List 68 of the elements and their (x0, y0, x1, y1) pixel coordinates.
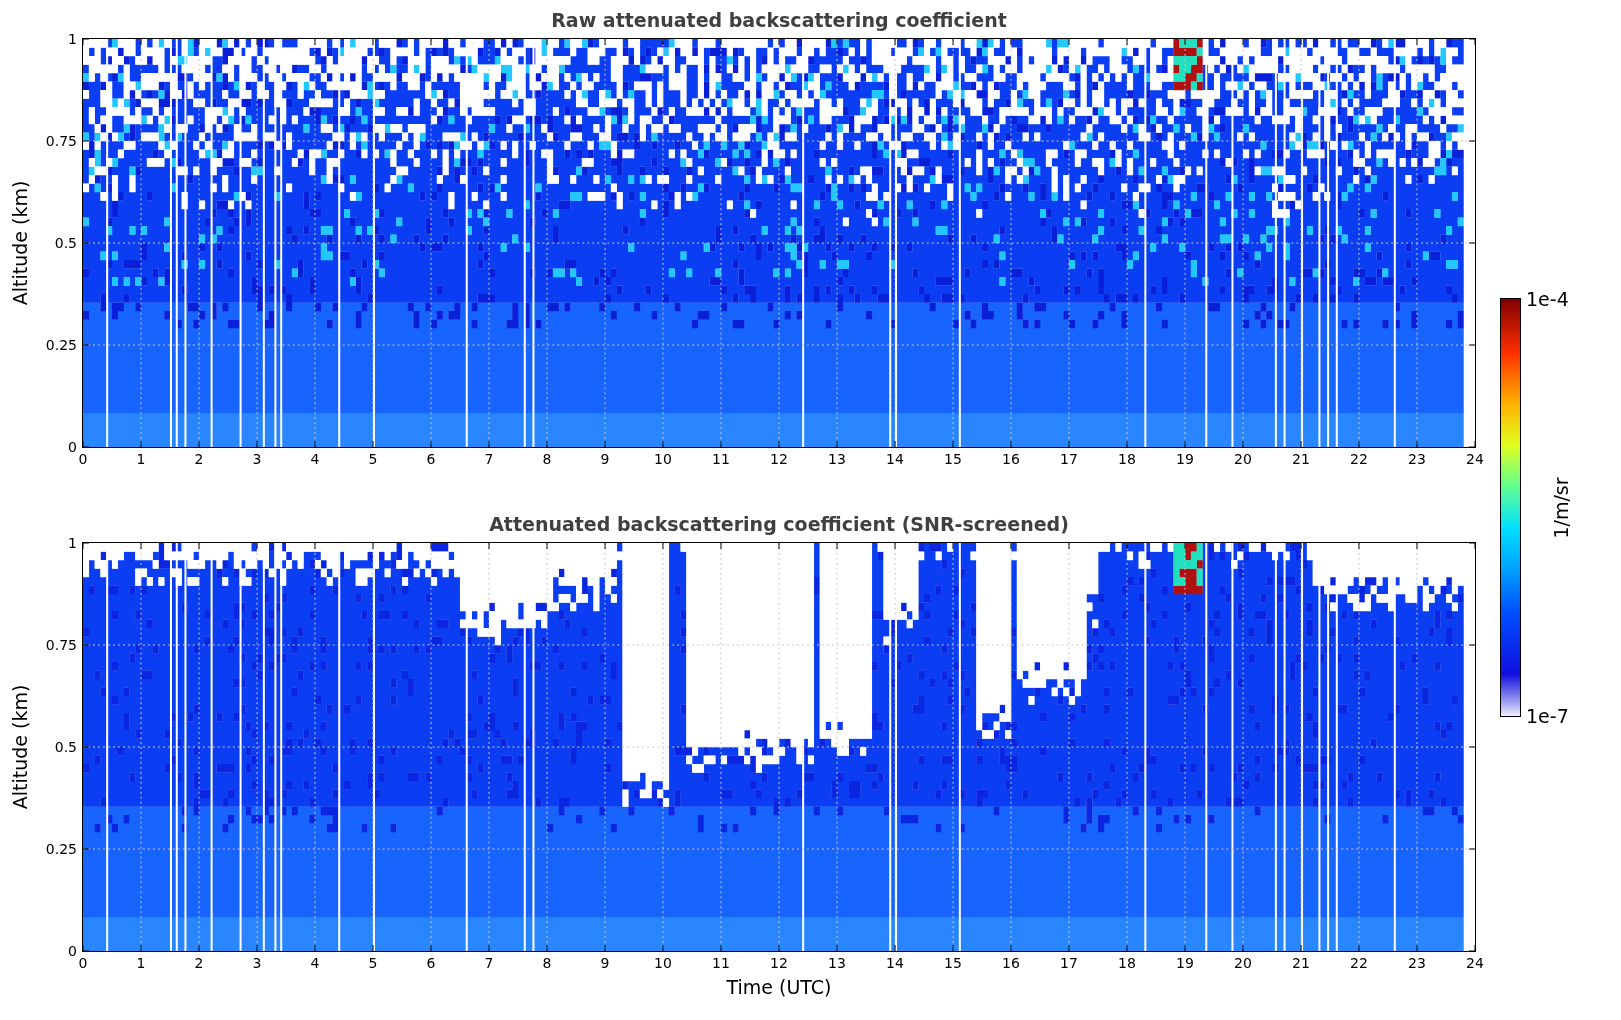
tick-label: 24 (1466, 955, 1484, 971)
tick-label: 1 (136, 955, 146, 971)
tick-label: 0.5 (54, 235, 77, 251)
tick-label: 11 (712, 955, 730, 971)
tick-label: 16 (1002, 451, 1020, 467)
tick-label: 2 (194, 955, 204, 971)
tick-label: 6 (426, 451, 436, 467)
tick-label: 0.75 (45, 133, 77, 149)
tick-label: 0.5 (54, 739, 77, 755)
tick-label: 14 (886, 955, 904, 971)
tick-label: 8 (542, 955, 552, 971)
axis-label: Altitude (km) (9, 684, 31, 810)
tick-label: 17 (1060, 955, 1078, 971)
axis-label: Altitude (km) (9, 180, 31, 306)
tick-label: 21 (1292, 451, 1310, 467)
tick-label: 19 (1176, 451, 1194, 467)
tick-label: 17 (1060, 451, 1078, 467)
tick-label: 9 (600, 955, 610, 971)
tick-label: 24 (1466, 451, 1484, 467)
tick-label: 0 (78, 451, 88, 467)
tick-label: 3 (252, 955, 262, 971)
tick-label: 15 (944, 955, 962, 971)
chart-title: Attenuated backscattering coefficient (SNR-screened) (488, 512, 1070, 537)
tick-label: 15 (944, 451, 962, 467)
axis-label: Time (UTC) (726, 976, 832, 998)
tick-label: 1 (68, 535, 77, 551)
colorbar-label: 1/m/sr (1549, 476, 1572, 539)
tick-label: 0.75 (45, 637, 77, 653)
tick-label: 18 (1118, 955, 1136, 971)
tick-label: 22 (1350, 955, 1368, 971)
tick-label: 10 (654, 955, 672, 971)
tick-label: 0 (68, 439, 77, 455)
tick-label: 13 (828, 955, 846, 971)
tick-label: 1 (68, 31, 77, 47)
tick-label: 23 (1408, 955, 1426, 971)
tick-label: 1 (136, 451, 146, 467)
tick-label: 1e-7 (1526, 705, 1569, 727)
tick-label: 0.25 (45, 337, 77, 353)
tick-label: 10 (654, 451, 672, 467)
tick-label: 23 (1408, 451, 1426, 467)
tick-label: 9 (600, 451, 610, 467)
tick-label: 13 (828, 451, 846, 467)
tick-label: 21 (1292, 955, 1310, 971)
tick-label: 2 (194, 451, 204, 467)
chart-title: Raw attenuated backscattering coefficient (550, 8, 1008, 33)
tick-label: 3 (252, 451, 262, 467)
tick-label: 0.25 (45, 841, 77, 857)
tick-label: 8 (542, 451, 552, 467)
tick-label: 4 (310, 955, 320, 971)
tick-label: 7 (484, 451, 494, 467)
tick-label: 0 (78, 955, 88, 971)
tick-label: 12 (770, 451, 788, 467)
tick-label: 7 (484, 955, 494, 971)
tick-label: 18 (1118, 451, 1136, 467)
tick-label: 20 (1234, 451, 1252, 467)
tick-label: 14 (886, 451, 904, 467)
tick-label: 12 (770, 955, 788, 971)
tick-label: 0 (68, 943, 77, 959)
tick-label: 16 (1002, 955, 1020, 971)
tick-label: 5 (368, 955, 378, 971)
tick-label: 5 (368, 451, 378, 467)
tick-label: 4 (310, 451, 320, 467)
tick-label: 6 (426, 955, 436, 971)
tick-label: 1e-4 (1526, 288, 1569, 310)
tick-label: 20 (1234, 955, 1252, 971)
tick-label: 11 (712, 451, 730, 467)
tick-label: 22 (1350, 451, 1368, 467)
tick-label: 19 (1176, 955, 1194, 971)
